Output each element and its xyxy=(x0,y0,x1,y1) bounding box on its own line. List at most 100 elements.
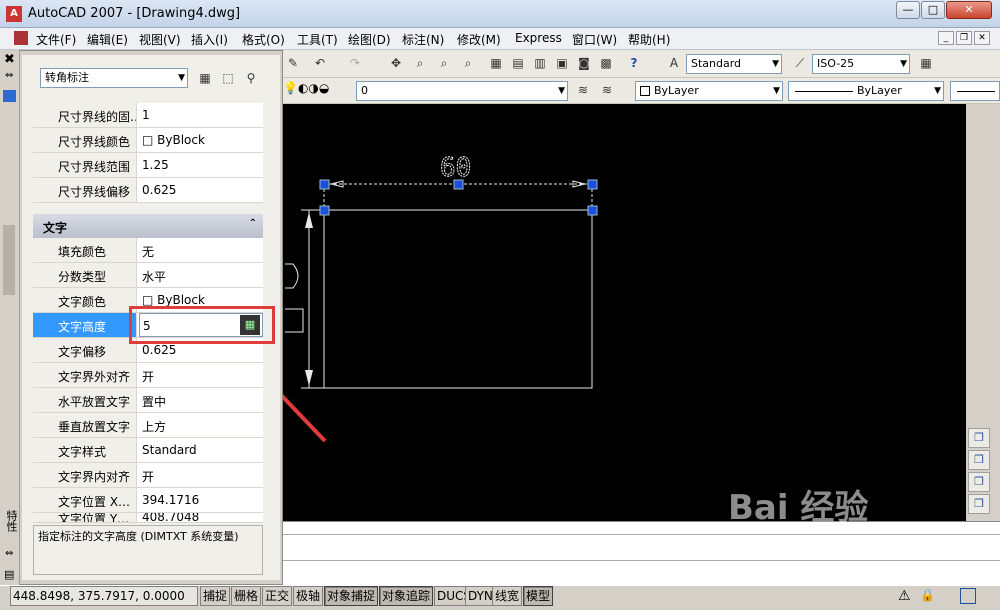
prop-row[interactable]: 填充颜色无 xyxy=(33,238,263,263)
status-ortho[interactable]: 正交 xyxy=(262,586,293,606)
prop-row[interactable]: 分数类型 水平 xyxy=(33,263,263,288)
sheet-set-icon[interactable]: ▣ xyxy=(552,53,572,73)
menu-express[interactable]: Express xyxy=(515,31,562,45)
drawing-canvas[interactable]: 60 xyxy=(283,104,966,521)
redo-icon[interactable]: ↷ xyxy=(345,53,365,73)
menu-draw[interactable]: 绘图(D) xyxy=(348,31,391,48)
lineweight-preview xyxy=(957,91,995,92)
window-title: AutoCAD 2007 - [Drawing4.dwg] xyxy=(28,6,241,21)
status-grid[interactable]: 栅格 xyxy=(231,586,262,606)
color-value: ByLayer xyxy=(654,84,699,97)
mdi-minimize-button[interactable]: _ xyxy=(938,31,954,45)
close-button[interactable]: ✕ xyxy=(946,1,992,19)
palette-scrollbar-thumb[interactable] xyxy=(3,225,15,295)
zoom-window-icon[interactable]: ⌕ xyxy=(434,53,454,73)
toolbar-lock-icon[interactable]: 🔒 xyxy=(920,588,935,602)
coordinates-display[interactable]: 448.8498, 375.7917, 0.0000 xyxy=(10,586,198,606)
prop-row[interactable]: 垂直放置文字 上方 xyxy=(33,413,263,438)
menu-insert[interactable]: 插入(I) xyxy=(191,31,228,48)
color-select[interactable]: ByLayer ▼ xyxy=(635,81,783,101)
viewport-icon-2[interactable]: ❐ xyxy=(968,450,990,470)
match-properties-icon[interactable]: ✎ xyxy=(283,53,303,73)
comm-center-icon[interactable]: ⚠ xyxy=(898,588,911,604)
command-line[interactable] xyxy=(283,521,1000,585)
viewport-icon-3[interactable]: ❐ xyxy=(968,472,990,492)
prop-row[interactable]: 尺寸界线颜色 □ ByBlock xyxy=(33,128,263,153)
mdi-close-button[interactable]: ✕ xyxy=(974,31,990,45)
menu-modify[interactable]: 修改(M) xyxy=(457,31,501,48)
menu-window[interactable]: 窗口(W) xyxy=(572,31,617,48)
status-model[interactable]: 模型 xyxy=(523,586,554,606)
calculator-icon[interactable]: ▩ xyxy=(596,53,616,73)
expand-icon[interactable]: ⇔ xyxy=(5,548,13,559)
markup-icon[interactable]: ◙ xyxy=(574,53,594,73)
document-icon[interactable] xyxy=(14,31,28,45)
prop-value: 置中 xyxy=(142,395,167,409)
close-icon[interactable]: ✖ xyxy=(4,52,15,67)
layer-previous-icon[interactable]: ≋ xyxy=(573,80,593,100)
vertical-dim-text-outline xyxy=(285,263,299,289)
dim-style-select[interactable]: ISO-25 ▼ xyxy=(812,54,910,74)
prop-value: 无 xyxy=(142,245,155,259)
palette-menu-icon[interactable] xyxy=(3,90,16,102)
properties-menu-icon[interactable]: ▤ xyxy=(4,568,14,581)
dim-style-value: ISO-25 xyxy=(817,57,855,70)
prop-row[interactable]: 文字样式 Standard xyxy=(33,438,263,463)
status-lineweight[interactable]: 线宽 xyxy=(492,586,523,606)
chevron-down-icon: ▼ xyxy=(558,86,565,96)
prop-row[interactable]: 尺寸界线的固… 1 xyxy=(33,103,263,128)
text-style-select[interactable]: Standard ▼ xyxy=(686,54,782,74)
toggle-pickadd-icon[interactable]: ▦ xyxy=(195,68,215,88)
table-style-icon[interactable]: ▦ xyxy=(916,53,936,73)
mdi-restore-button[interactable]: ❐ xyxy=(956,31,972,45)
prop-name: 文字高度 xyxy=(33,313,137,337)
layer-manager-icon[interactable]: ≋ xyxy=(597,80,617,100)
select-objects-icon[interactable]: ⬚ xyxy=(218,68,238,88)
layer-select[interactable]: 0 ▼ xyxy=(356,81,568,101)
maximize-button[interactable]: □ xyxy=(921,1,945,19)
minimize-button[interactable]: — xyxy=(896,1,920,19)
prop-row[interactable]: 文字位置 X… 394.1716 xyxy=(33,488,263,513)
collapse-icon[interactable]: ⌃ xyxy=(249,218,257,229)
autocad-app-icon[interactable]: A xyxy=(6,6,22,22)
prop-row[interactable]: 文字位置 Y… 408.7048 xyxy=(33,513,263,523)
linetype-select[interactable]: ByLayer ▼ xyxy=(788,81,944,101)
chevron-down-icon: ▼ xyxy=(934,86,941,96)
status-snap[interactable]: 捕捉 xyxy=(200,586,231,606)
object-type-select[interactable]: 转角标注 ▼ xyxy=(40,68,188,88)
menu-edit[interactable]: 编辑(E) xyxy=(87,31,128,48)
pan-icon[interactable]: ✥ xyxy=(386,53,406,73)
lineweight-select[interactable] xyxy=(950,81,1000,101)
clean-screen-icon[interactable] xyxy=(960,588,976,604)
prop-row[interactable]: 尺寸界线范围 1.25 xyxy=(33,153,263,178)
autohide-icon[interactable]: ⇔ xyxy=(5,70,13,81)
design-center-icon[interactable]: ▤ xyxy=(508,53,528,73)
properties-icon[interactable]: ▦ xyxy=(486,53,506,73)
undo-icon[interactable]: ↶ xyxy=(310,53,330,73)
status-osnap[interactable]: 对象捕捉 xyxy=(324,586,379,606)
quick-select-icon[interactable]: ⚲ xyxy=(241,68,261,88)
status-polar[interactable]: 极轴 xyxy=(293,586,324,606)
viewport-icon-1[interactable]: ❐ xyxy=(968,428,990,448)
viewport-icon-4[interactable]: ❐ xyxy=(968,494,990,514)
prop-row[interactable]: 文字界外对齐开 xyxy=(33,363,263,388)
zoom-realtime-icon[interactable]: ⌕ xyxy=(410,53,430,73)
menu-view[interactable]: 视图(V) xyxy=(139,31,181,48)
chevron-down-icon: ▼ xyxy=(900,59,907,69)
menu-dimension[interactable]: 标注(N) xyxy=(402,31,444,48)
object-type-value: 转角标注 xyxy=(45,71,89,84)
prop-row[interactable]: 尺寸界线偏移 0.625 xyxy=(33,178,263,203)
zoom-previous-icon[interactable]: ⌕ xyxy=(458,53,478,73)
prop-row[interactable]: 文字界内对齐开 xyxy=(33,463,263,488)
menu-file[interactable]: 文件(F) xyxy=(36,31,76,48)
prop-row[interactable]: 水平放置文字 置中 xyxy=(33,388,263,413)
help-icon[interactable]: ? xyxy=(624,53,644,73)
chevron-down-icon: ▼ xyxy=(772,59,779,69)
menu-help[interactable]: 帮助(H) xyxy=(628,31,670,48)
tool-palettes-icon[interactable]: ▥ xyxy=(530,53,550,73)
status-otrack[interactable]: 对象追踪 xyxy=(379,586,434,606)
prop-name: 填充颜色 xyxy=(33,238,137,262)
section-header-text[interactable]: 文字 ⌃ xyxy=(33,214,263,238)
menu-format[interactable]: 格式(O) xyxy=(242,31,285,48)
menu-tools[interactable]: 工具(T) xyxy=(297,31,338,48)
